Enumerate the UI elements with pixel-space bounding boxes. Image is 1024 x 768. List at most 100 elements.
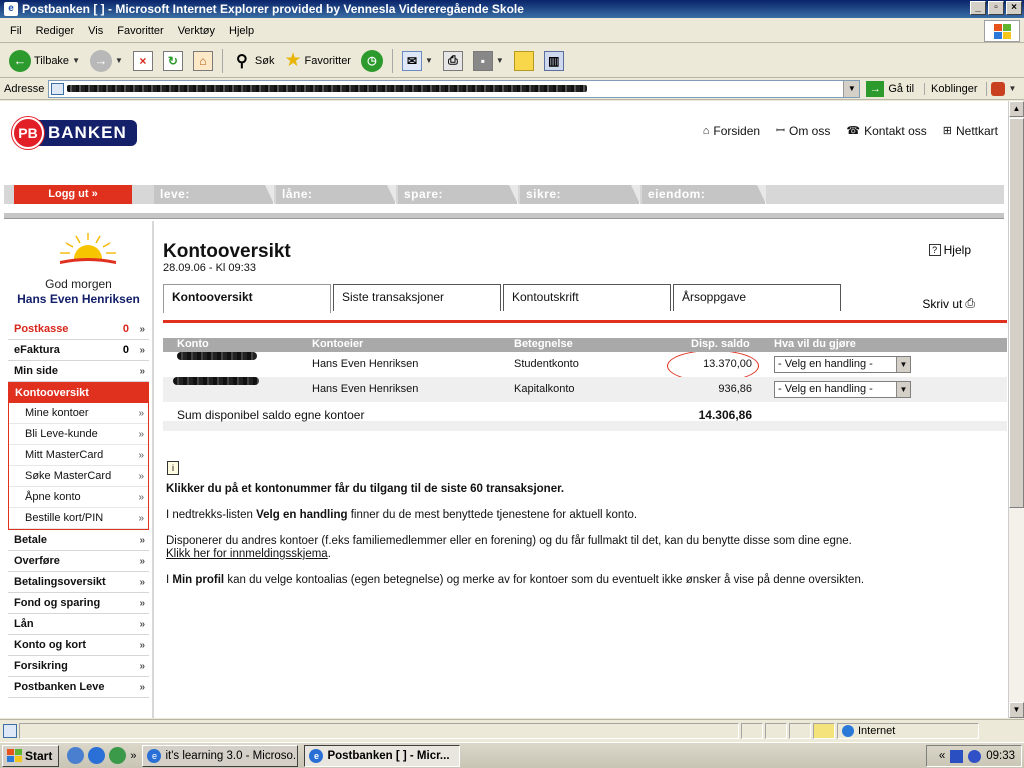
menu-bar: Fil Rediger Vis Favoritter Verktøy Hjelp [0,19,1024,43]
help-link[interactable]: ? Hjelp [928,243,971,257]
chevron-down-icon[interactable]: ▼ [115,56,123,65]
sidebar-item-postbanken-leve[interactable]: Postbanken Leve » [8,677,149,698]
chevron-down-icon[interactable]: ▼ [425,56,433,65]
menu-favorites[interactable]: Favoritter [117,25,163,37]
research-button[interactable]: ▥ [541,47,567,75]
sidebar-item-betalingsoversikt[interactable]: Betalingsoversikt » [8,572,149,593]
address-input[interactable]: ▼ [48,79,861,98]
sidebar-item-efaktura[interactable]: eFaktura 0 » [8,340,149,361]
tab-leve[interactable]: leve: [154,185,274,204]
tab-siste-transaksjoner[interactable]: Siste transaksjoner [333,284,501,311]
tab-spare[interactable]: spare: [398,185,518,204]
tray-app-icon[interactable] [968,749,982,763]
search-button[interactable]: ⚲ Søk [229,47,278,75]
close-button[interactable]: × [1006,1,1022,15]
chevron-down-icon[interactable]: ▼ [1009,84,1017,93]
taskbar-item-postbanken[interactable]: e Postbanken [ ] - Micr... [304,744,461,767]
quicklaunch-ie-icon[interactable] [88,747,106,764]
start-button[interactable]: Start [2,744,60,767]
home-button[interactable]: ⌂ [190,47,216,75]
extension-icon [990,81,1005,96]
minimize-button[interactable]: _ [970,1,986,15]
sidebar-subitem-mine-kontoer[interactable]: Mine kontoer » [9,403,148,424]
sidebar-item-kontooversikt[interactable]: Kontooversikt [8,382,149,403]
tray-network-icon[interactable] [950,749,964,763]
sidebar-item-label: Betale [14,534,48,546]
tab-kontooversikt[interactable]: Kontooversikt [163,284,331,313]
sidebar-item-lan[interactable]: Lån » [8,614,149,635]
chevron-right-icon: » [139,345,145,356]
quicklaunch-media-icon[interactable] [109,747,127,764]
menu-file[interactable]: Fil [10,25,22,37]
chevron-down-icon[interactable]: ▼ [72,56,80,65]
edit-button[interactable]: ▪ ▼ [470,47,507,75]
action-select[interactable]: - Velg en handling - ▼ [774,356,911,373]
tab-kontoutskrift[interactable]: Kontoutskrift [503,284,671,311]
maximize-button[interactable]: ▫ [988,1,1004,15]
system-tray: « 09:33 [926,745,1022,767]
favorites-button[interactable]: ★ Favoritter [281,47,354,75]
chevron-down-icon[interactable]: ▼ [843,80,860,97]
nav-contact[interactable]: ☎ Kontakt oss [846,123,926,138]
print-link[interactable]: Skriv ut ⎙ [922,296,975,311]
sidebar-item-forsikring[interactable]: Forsikring » [8,656,149,677]
quicklaunch-desktop-icon[interactable] [67,747,85,764]
forward-button[interactable]: → ▼ [87,47,126,75]
tab-sikre[interactable]: sikre: [520,185,640,204]
sidebar-item-label: Konto og kort [14,639,87,651]
sidebar-item-konto-og-kort[interactable]: Konto og kort » [8,635,149,656]
header-divider [4,213,1004,219]
postbanken-logo[interactable]: PB BANKEN [12,117,137,149]
nav-home[interactable]: ⌂ Forsiden [703,123,760,138]
back-button[interactable]: ← Tilbake ▼ [6,47,83,75]
signup-form-link[interactable]: Klikk her for innmeldingsskjema [166,548,328,560]
go-label: Gå til [888,82,915,95]
vertical-scrollbar[interactable]: ▲ ▼ [1008,101,1024,718]
tray-expand-icon[interactable]: « [939,750,945,762]
sidebar-item-min-side[interactable]: Min side » [8,361,149,382]
sidebar-subitem-mitt-mastercard[interactable]: Mitt MasterCard » [9,445,148,466]
sidebar-item-fond-og-sparing[interactable]: Fond og sparing » [8,593,149,614]
sidebar-subitem-bestille-kort[interactable]: Bestille kort/PIN » [9,508,148,529]
stop-button[interactable]: × [130,47,156,75]
menu-view[interactable]: Vis [88,25,103,37]
clock[interactable]: 09:33 [986,750,1015,762]
tab-eiendom[interactable]: eiendom: [642,185,766,204]
nav-sitemap[interactable]: ⊞ Nettkart [943,123,998,138]
history-button[interactable]: ◷ [358,47,386,75]
sidebar-subitem-label: Åpne konto [25,491,81,503]
logout-button[interactable]: Logg ut » [14,185,132,204]
mail-button[interactable]: ✉ ▼ [399,47,436,75]
user-name: Hans Even Henriksen [17,292,140,306]
sidebar-subitem-apne-konto[interactable]: Åpne konto » [9,487,148,508]
nav-about[interactable]: ꟷ Om oss [776,123,830,138]
quicklaunch-more-icon[interactable]: » [130,750,136,762]
scroll-thumb[interactable] [1009,118,1024,508]
sidebar-item-postkasse[interactable]: Postkasse 0 » [8,319,149,340]
sidebar-item-betale[interactable]: Betale » [8,530,149,551]
menu-help[interactable]: Hjelp [229,25,254,37]
print-button[interactable]: ⎙ [440,47,466,75]
account-owner: Hans Even Henriksen [312,358,419,370]
scroll-down-button[interactable]: ▼ [1009,702,1024,718]
extension-button[interactable]: ▼ [985,81,1017,96]
chevron-right-icon: » [138,408,144,419]
menu-edit[interactable]: Rediger [36,25,75,37]
menu-tools[interactable]: Verktøy [178,25,215,37]
scroll-up-button[interactable]: ▲ [1009,101,1024,117]
go-button[interactable]: → Gå til [866,80,915,97]
accounts-table-header-bar: Konto Kontoeier Betegnelse Disp. saldo H… [163,338,1007,352]
taskbar-item-itslearning[interactable]: e it's learning 3.0 - Microso... [142,744,299,767]
sidebar-subitem-soke-mastercard[interactable]: Søke MasterCard » [9,466,148,487]
help-label: Hjelp [943,243,971,257]
logo-wordmark: BANKEN [34,120,137,146]
refresh-button[interactable]: ↻ [160,47,186,75]
links-button[interactable]: Koblinger [924,82,978,95]
discuss-button[interactable] [511,47,537,75]
sidebar-subitem-bli-leve-kunde[interactable]: Bli Leve-kunde » [9,424,148,445]
chevron-down-icon[interactable]: ▼ [496,56,504,65]
tab-arsoppgave[interactable]: Årsoppgave [673,284,841,311]
tab-lane[interactable]: låne: [276,185,396,204]
sidebar-item-overfore[interactable]: Overføre » [8,551,149,572]
action-select[interactable]: - Velg en handling - ▼ [774,381,911,398]
